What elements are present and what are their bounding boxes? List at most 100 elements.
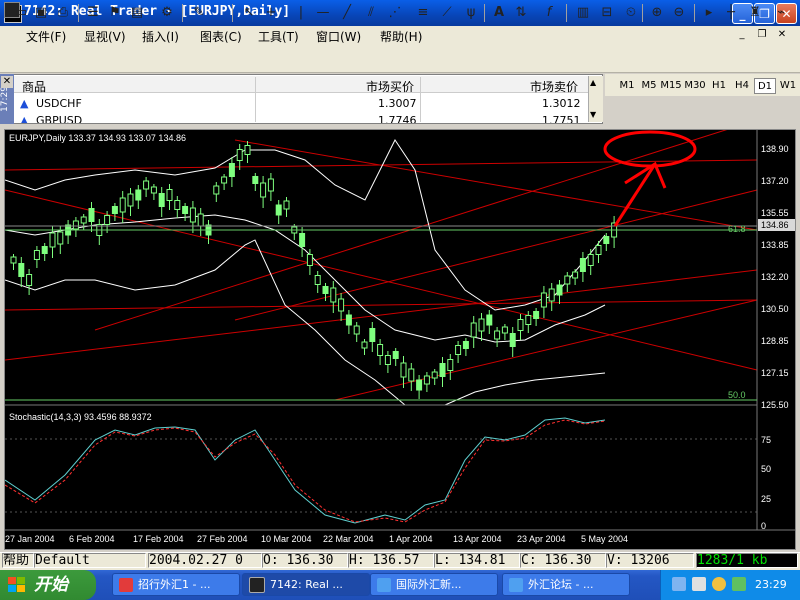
new-chart-icon[interactable]: ▭ xyxy=(12,4,30,22)
task-browser-3[interactable]: 外汇论坛 - ... xyxy=(502,573,630,596)
template-icon[interactable]: ⊟ xyxy=(598,4,616,22)
period-d1[interactable]: D1 xyxy=(754,78,776,94)
market-watch-icon[interactable]: ☰ xyxy=(84,4,102,22)
autotrade-icon[interactable]: ⏲ xyxy=(622,4,640,22)
candle-body xyxy=(10,256,17,264)
tray-app-icon[interactable] xyxy=(732,577,746,591)
candle-body xyxy=(213,185,220,195)
candle-body xyxy=(182,206,189,214)
candle-body xyxy=(275,204,282,216)
pitchfork-icon[interactable]: ψ xyxy=(462,4,480,22)
expert-icon[interactable]: ✎ xyxy=(190,4,208,22)
candle-body xyxy=(189,207,196,223)
channel-icon[interactable]: ⫽ xyxy=(362,4,380,22)
menu-tools[interactable]: 工具(T) xyxy=(254,28,303,45)
volume-icon[interactable] xyxy=(712,577,726,591)
toolbar-separator xyxy=(182,4,183,22)
toolbar-separator xyxy=(78,4,79,22)
candle-body xyxy=(267,178,274,192)
task-metatrader[interactable]: 7142: Real ... xyxy=(242,573,370,596)
task-browser-2[interactable]: 国际外汇新... xyxy=(370,573,498,596)
price-tick: 133.85 xyxy=(761,240,789,250)
candle-body xyxy=(572,271,579,279)
candle-body xyxy=(88,208,95,222)
child-minimize-icon[interactable]: _ xyxy=(736,29,748,41)
child-restore-icon[interactable]: ❐ xyxy=(756,29,768,41)
candle-body xyxy=(221,176,228,184)
candle-body xyxy=(455,345,462,355)
print-icon[interactable]: ⎙ xyxy=(54,4,72,22)
status-high: H: 136.57 xyxy=(348,553,434,568)
fibo-icon[interactable]: ≡ xyxy=(414,4,432,22)
scroll-down-icon[interactable]: ▼ xyxy=(590,110,596,119)
column-symbol[interactable]: 商品 xyxy=(22,78,46,94)
menu-view[interactable]: 显视(V) xyxy=(80,28,130,45)
horizontal-line-icon[interactable]: — xyxy=(314,4,332,22)
fibo-618-label: 61.8 xyxy=(728,224,746,234)
column-ask[interactable]: 市场卖价 xyxy=(530,78,578,94)
chart-canvas[interactable]: 134.86 61.8 50.0 EURJPY,Daily 133.37 134… xyxy=(5,130,795,549)
menu-help[interactable]: 帮助(H) xyxy=(376,28,426,45)
period-icon[interactable]: ▥ xyxy=(574,4,592,22)
scroll-up-icon[interactable]: ▲ xyxy=(590,78,596,87)
bid-cell: 1.3007 xyxy=(378,97,417,110)
chart-shift-icon[interactable]: ▸ xyxy=(700,4,718,22)
market-watch-header xyxy=(14,76,588,93)
network-icon[interactable] xyxy=(672,577,686,591)
child-close-icon[interactable]: ✕ xyxy=(776,29,788,41)
ask-cell: 1.7751 xyxy=(542,114,581,123)
chart-window[interactable]: 134.86 61.8 50.0 EURJPY,Daily 133.37 134… xyxy=(4,129,796,550)
menu-window[interactable]: 窗口(W) xyxy=(312,28,365,45)
candle-body xyxy=(18,263,25,277)
open-icon[interactable]: ▣ xyxy=(32,4,50,22)
crosshair-icon[interactable]: + xyxy=(262,4,280,22)
candle-body xyxy=(377,344,384,356)
period-m5[interactable]: M5 xyxy=(638,78,660,94)
zoom-in-icon[interactable]: ⊕ xyxy=(648,4,666,22)
period-m30[interactable]: M30 xyxy=(684,78,706,94)
period-m1[interactable]: M1 xyxy=(616,78,638,94)
table-row[interactable]: ▲ GBPUSD 1.7746 1.7751 xyxy=(14,112,588,123)
status-close: C: 136.30 xyxy=(520,553,606,568)
candle-body xyxy=(517,319,524,331)
current-price-label: 134.86 xyxy=(761,220,789,230)
windows-logo-icon xyxy=(8,577,25,592)
period-h4[interactable]: H4 xyxy=(731,78,753,94)
menu-charts[interactable]: 图表(C) xyxy=(196,28,246,45)
fibo-fan-icon[interactable]: ⟋ xyxy=(438,4,456,22)
up-arrow-icon: ▲ xyxy=(20,97,29,110)
toolbar xyxy=(0,46,800,73)
column-bid[interactable]: 市场买价 xyxy=(366,78,414,94)
arrow-icon[interactable]: ⇅ xyxy=(512,4,530,22)
ime-icon[interactable] xyxy=(692,577,706,591)
text-icon[interactable]: A xyxy=(490,4,508,22)
line-chart-icon[interactable]: ⌁ xyxy=(772,4,790,22)
bar-chart-icon[interactable]: ┼ xyxy=(722,4,740,22)
status-date: 2004.02.27 0 xyxy=(148,553,262,568)
indicator-icon[interactable]: f xyxy=(540,4,558,22)
menu-file[interactable]: 文件(F) xyxy=(22,28,70,45)
trendline-icon[interactable]: ╱ xyxy=(338,4,356,22)
table-row[interactable] xyxy=(14,95,588,111)
fan-icon[interactable]: ⋰ xyxy=(386,4,404,22)
menu-insert[interactable]: 插入(I) xyxy=(138,28,183,45)
cursor-icon[interactable]: ↖ xyxy=(240,4,258,22)
task-browser-1[interactable]: 招行外汇1 - ... xyxy=(112,573,240,596)
period-w1[interactable]: W1 xyxy=(777,78,799,94)
candle-body xyxy=(470,322,477,338)
candle-body xyxy=(525,315,532,325)
status-help: 帮助 xyxy=(2,553,34,568)
candle-body xyxy=(197,213,204,227)
period-h1[interactable]: H1 xyxy=(708,78,730,94)
terminal-icon[interactable]: ▤ xyxy=(128,4,146,22)
candle-icon[interactable]: ♜ xyxy=(746,4,764,22)
zoom-out-icon[interactable]: ⊖ xyxy=(670,4,688,22)
navigator-icon[interactable]: ⚑ xyxy=(106,4,124,22)
vertical-line-icon[interactable]: | xyxy=(292,4,310,22)
price-tick: 125.50 xyxy=(761,400,789,410)
candle-body xyxy=(166,189,173,201)
status-profile[interactable]: Default xyxy=(34,553,146,568)
options-icon[interactable]: ⚙ xyxy=(158,4,176,22)
close-icon[interactable]: ✕ xyxy=(1,76,13,88)
period-m15[interactable]: M15 xyxy=(660,78,682,94)
